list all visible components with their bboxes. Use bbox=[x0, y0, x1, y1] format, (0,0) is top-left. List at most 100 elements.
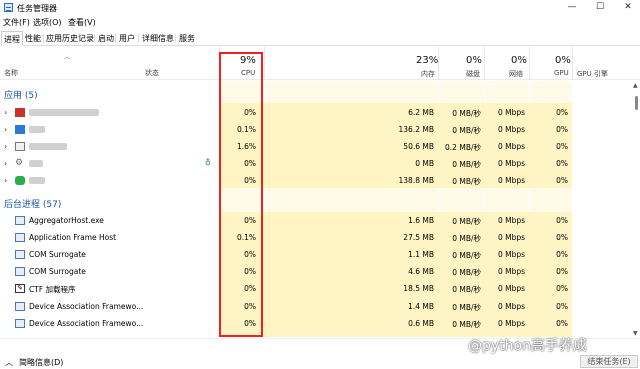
sort-up-icon: ︿ bbox=[64, 54, 71, 61]
network-value: 0 Mbps bbox=[497, 284, 525, 293]
menu-bar: 文件(F) 选项(O) 查看(V) bbox=[0, 16, 640, 30]
memory-value: 1.4 MB bbox=[408, 302, 434, 311]
vertical-scroll-thumb[interactable] bbox=[635, 96, 638, 110]
ctf-loader-icon: ✎ bbox=[15, 284, 25, 293]
settings-app-icon: ⚙ bbox=[15, 158, 24, 168]
disk-value: 0 MB/秒 bbox=[452, 234, 481, 243]
network-value: 0 Mbps bbox=[497, 125, 525, 134]
tab-separator bbox=[94, 34, 95, 43]
chevron-right-icon[interactable]: › bbox=[4, 142, 7, 151]
column-gpu-engine[interactable]: GPU 引擎 bbox=[577, 69, 608, 79]
task-manager-icon bbox=[4, 3, 13, 12]
process-name: Device Association Framewo... bbox=[29, 302, 144, 311]
chevron-right-icon[interactable]: › bbox=[4, 108, 7, 117]
process-icon bbox=[15, 319, 25, 328]
column-divider bbox=[484, 47, 485, 80]
window-title: 任务管理器 bbox=[17, 4, 57, 13]
gpu-total-percent[interactable]: 0% bbox=[555, 55, 571, 66]
scroll-down-icon[interactable]: ▼ bbox=[633, 330, 638, 337]
memory-value: 136.2 MB bbox=[398, 125, 434, 134]
network-value: 0 Mbps bbox=[497, 250, 525, 259]
chevron-up-icon[interactable]: ︿ bbox=[5, 357, 13, 368]
disk-value: 0 MB/秒 bbox=[452, 251, 481, 260]
tab-separator bbox=[175, 34, 176, 43]
gpu-value: 0% bbox=[556, 233, 568, 242]
network-value: 0 Mbps bbox=[497, 319, 525, 328]
gpu-value: 0% bbox=[556, 216, 568, 225]
maximize-button[interactable]: ☐ bbox=[593, 2, 607, 13]
disk-value: 0 MB/秒 bbox=[452, 268, 481, 277]
disk-value: 0 MB/秒 bbox=[452, 109, 481, 118]
disk-value: 0 MB/秒 bbox=[452, 285, 481, 294]
memory-value: 27.5 MB bbox=[403, 233, 434, 242]
gpu-value: 0% bbox=[556, 159, 568, 168]
network-value: 0 Mbps bbox=[497, 233, 525, 242]
watermark: @python高手养成 bbox=[468, 338, 587, 354]
column-disk[interactable]: 磁盘 bbox=[466, 69, 480, 79]
efficiency-leaf-icon: ♁ bbox=[205, 158, 211, 167]
redacted-name bbox=[29, 177, 45, 184]
menu-view[interactable]: 查看(V) bbox=[68, 17, 96, 28]
process-name: Application Frame Host bbox=[29, 233, 117, 242]
fewer-details-toggle[interactable]: 简略信息(D) bbox=[19, 357, 63, 368]
tab-processes[interactable]: 进程 bbox=[1, 31, 23, 46]
column-name[interactable]: 名称 bbox=[4, 68, 18, 78]
scroll-up-icon[interactable]: ▲ bbox=[633, 82, 638, 89]
image-app-icon bbox=[15, 142, 25, 151]
group-apps[interactable]: 应用 (5) bbox=[4, 88, 38, 101]
gpu-value: 0% bbox=[556, 284, 568, 293]
chevron-right-icon[interactable]: › bbox=[4, 176, 7, 185]
network-total-percent[interactable]: 0% bbox=[511, 55, 527, 66]
process-name: Device Association Framewo... bbox=[29, 319, 144, 328]
column-memory[interactable]: 内存 bbox=[421, 69, 435, 79]
column-status[interactable]: 状态 bbox=[145, 68, 159, 78]
redacted-name bbox=[29, 143, 67, 150]
minimize-button[interactable]: — bbox=[565, 2, 579, 13]
menu-options[interactable]: 选项(O) bbox=[33, 17, 62, 28]
redacted-name bbox=[29, 160, 43, 167]
process-name: COM Surrogate bbox=[29, 267, 86, 276]
memory-value: 50.6 MB bbox=[403, 142, 434, 151]
gpu-value: 0% bbox=[556, 302, 568, 311]
disk-total-percent[interactable]: 0% bbox=[466, 55, 482, 66]
end-task-button[interactable]: 结束任务(E) bbox=[580, 355, 638, 368]
column-network[interactable]: 网络 bbox=[509, 69, 523, 79]
tab-users[interactable]: 用户 bbox=[118, 33, 136, 44]
memory-value: 1.6 MB bbox=[408, 216, 434, 225]
tab-performance[interactable]: 性能 bbox=[24, 33, 42, 44]
menu-file[interactable]: 文件(F) bbox=[3, 17, 30, 28]
column-divider bbox=[264, 47, 265, 80]
gpu-value: 0% bbox=[556, 176, 568, 185]
column-header-row bbox=[0, 47, 640, 80]
memory-total-percent[interactable]: 23% bbox=[416, 55, 438, 66]
tab-bar: 进程 性能 应用历史记录 启动 用户 详细信息 服务 bbox=[0, 31, 640, 46]
tab-separator bbox=[43, 34, 44, 43]
disk-value: 0 MB/秒 bbox=[452, 320, 481, 329]
memory-value: 0 MB bbox=[415, 159, 434, 168]
tab-startup[interactable]: 启动 bbox=[97, 33, 115, 44]
column-divider bbox=[572, 47, 573, 80]
memory-value: 1.1 MB bbox=[408, 250, 434, 259]
disk-value: 0 MB/秒 bbox=[452, 217, 481, 226]
tab-details[interactable]: 详细信息 bbox=[141, 33, 175, 44]
disk-value: 0 MB/秒 bbox=[452, 303, 481, 312]
group-background-processes[interactable]: 后台进程 (57) bbox=[4, 197, 61, 210]
process-icon bbox=[15, 233, 25, 242]
gpu-value: 0% bbox=[556, 250, 568, 259]
network-value: 0 Mbps bbox=[497, 176, 525, 185]
memory-value: 6.2 MB bbox=[408, 108, 434, 117]
tab-services[interactable]: 服务 bbox=[178, 33, 196, 44]
gpu-value: 0% bbox=[556, 142, 568, 151]
column-gpu[interactable]: GPU bbox=[554, 69, 569, 77]
tab-separator bbox=[115, 34, 116, 43]
network-value: 0 Mbps bbox=[497, 108, 525, 117]
disk-value: 0 MB/秒 bbox=[452, 160, 481, 169]
tab-separator bbox=[138, 34, 139, 43]
close-button[interactable]: ✕ bbox=[621, 2, 635, 13]
chevron-right-icon[interactable]: › bbox=[4, 125, 7, 134]
memory-value: 4.6 MB bbox=[408, 267, 434, 276]
process-name: COM Surrogate bbox=[29, 250, 86, 259]
network-value: 0 Mbps bbox=[497, 159, 525, 168]
tab-app-history[interactable]: 应用历史记录 bbox=[45, 33, 95, 44]
chevron-right-icon[interactable]: › bbox=[4, 159, 7, 168]
